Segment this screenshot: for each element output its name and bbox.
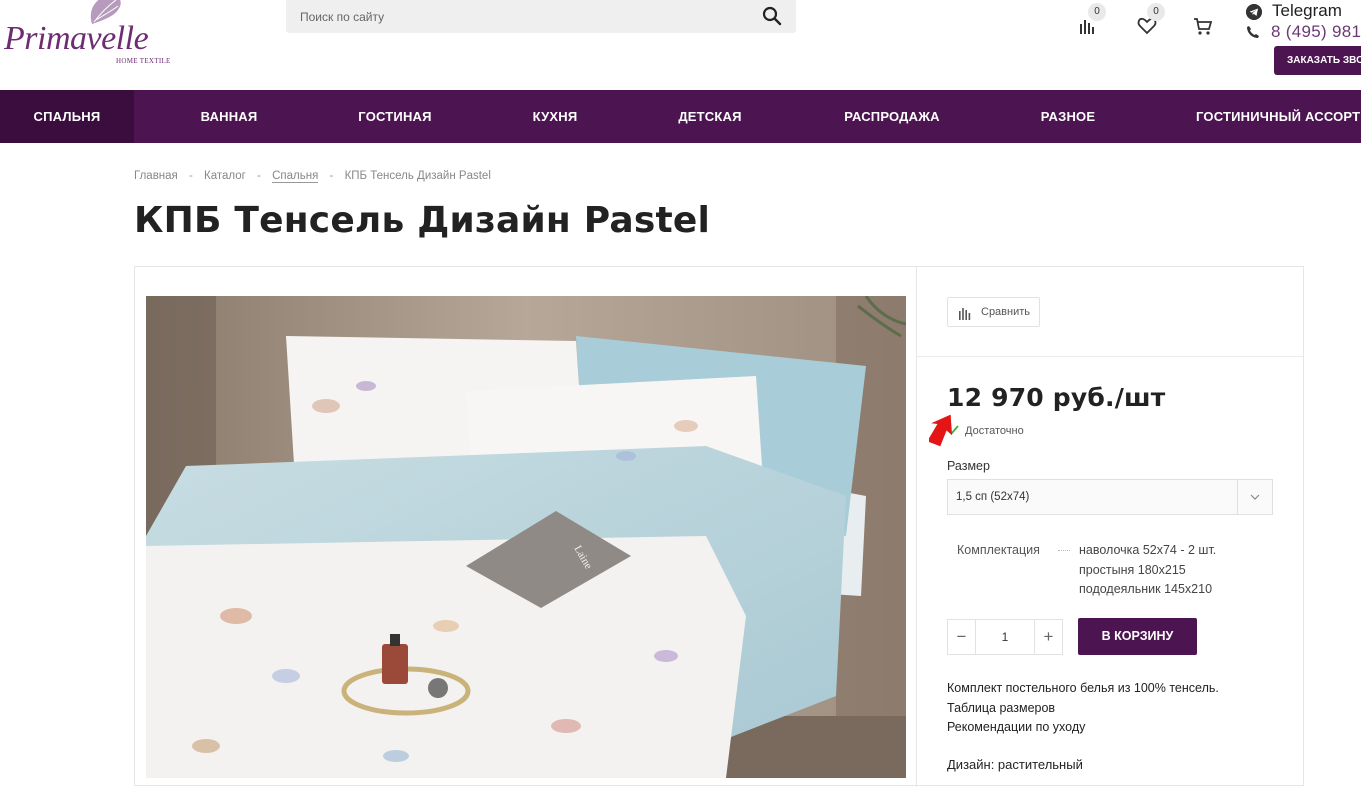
favorites-header-button[interactable]: 0 [1137, 3, 1165, 36]
breadcrumb-bedroom[interactable]: Спальня [272, 170, 319, 183]
logo[interactable]: Primavelle HOME TEXTILE [2, 0, 177, 70]
telegram-label: Telegram [1272, 1, 1342, 20]
nav-item-misc[interactable]: РАЗНОЕ [1018, 90, 1118, 143]
quantity-stepper: − 1 + [947, 619, 1063, 655]
stock-label: Достаточно [965, 425, 1024, 437]
nav-item-bathroom[interactable]: ВАННАЯ [174, 90, 284, 143]
phone-number: 8 (495) 981 [1271, 22, 1361, 41]
spec-dots [1058, 550, 1070, 551]
cart-header-button[interactable] [1193, 12, 1217, 36]
mouse-cursor-icon [929, 414, 953, 447]
nav-item-sale[interactable]: РАСПРОДАЖА [822, 90, 962, 143]
compare-header-button[interactable]: 0 [1078, 3, 1106, 36]
callback-button[interactable]: ЗАКАЗАТЬ ЗВОНОК [1274, 46, 1361, 75]
product-image[interactable]: Laine [146, 296, 906, 778]
nav-item-hotel[interactable]: ГОСТИНИЧНЫЙ АССОРТИМЕНТ [1196, 90, 1361, 143]
search-icon[interactable] [762, 6, 782, 26]
page-title: КПБ Тенсель Дизайн Pastel [134, 200, 711, 241]
favorites-count-badge: 0 [1147, 3, 1165, 21]
header: Primavelle HOME TEXTILE 0 0 [0, 0, 1361, 90]
size-select[interactable]: 1,5 сп (52х74) [947, 479, 1273, 515]
spec-label: Комплектация [957, 543, 1040, 557]
nav-item-kids[interactable]: ДЕТСКАЯ [655, 90, 765, 143]
nav-item-living-room[interactable]: ГОСТИНАЯ [340, 90, 450, 143]
product-divider [916, 267, 917, 787]
product-description: Комплект постельного белья из 100% тенсе… [947, 679, 1219, 738]
compare-button[interactable]: Сравнить [947, 297, 1040, 327]
chevron-down-icon [1250, 494, 1260, 500]
breadcrumb-home[interactable]: Главная [134, 170, 178, 182]
breadcrumb-catalog[interactable]: Каталог [204, 170, 246, 182]
breadcrumb: Главная - Каталог - Спальня - КПБ Тенсел… [134, 170, 491, 183]
compare-label: Сравнить [981, 306, 1031, 318]
logo-wordmark: Primavelle [4, 20, 149, 57]
spec-values: наволочка 52х74 - 2 шт. простыня 180х215… [1079, 541, 1216, 600]
size-label: Размер [947, 459, 990, 473]
nav-item-kitchen[interactable]: КУХНЯ [500, 90, 610, 143]
design-property: Дизайн: растительный [947, 757, 1083, 772]
add-to-cart-button[interactable]: В КОРЗИНУ [1078, 618, 1197, 655]
care-link[interactable]: Рекомендации по уходу [947, 718, 1219, 738]
product-price: 12 970 руб./шт [947, 383, 1166, 412]
quantity-decrease-button[interactable]: − [948, 620, 976, 654]
spec-line: пододеяльник 145х210 [1079, 582, 1213, 596]
logo-subtitle: HOME TEXTILE [116, 57, 171, 65]
main-nav: СПАЛЬНЯ ВАННАЯ ГОСТИНАЯ КУХНЯ ДЕТСКАЯ РА… [0, 90, 1361, 143]
quantity-increase-button[interactable]: + [1034, 620, 1062, 654]
phone-icon [1247, 26, 1259, 38]
search-bar [286, 0, 796, 33]
compare-count-badge: 0 [1088, 3, 1106, 21]
breadcrumb-separator: - [257, 170, 261, 182]
telegram-icon [1246, 4, 1262, 20]
bedding-photo: Laine [146, 296, 906, 778]
spec-line: простыня 180х215 [1079, 562, 1186, 577]
compare-bars-icon [959, 308, 971, 320]
cart-icon [1194, 18, 1213, 35]
quantity-input[interactable]: 1 [977, 620, 1033, 654]
breadcrumb-separator: - [329, 170, 334, 182]
breadcrumb-current: КПБ Тенсель Дизайн Pastel [344, 170, 491, 182]
description-text: Комплект постельного белья из 100% тенсе… [947, 681, 1219, 695]
size-table-link[interactable]: Таблица размеров [947, 699, 1219, 719]
spec-line: наволочка 52х74 - 2 шт. [1079, 543, 1217, 557]
nav-item-bedroom[interactable]: СПАЛЬНЯ [0, 90, 134, 143]
search-input[interactable] [286, 0, 756, 33]
breadcrumb-separator: - [188, 170, 193, 182]
select-divider [1237, 480, 1238, 514]
size-select-value: 1,5 сп (52х74) [956, 491, 1030, 503]
section-divider [917, 356, 1303, 357]
